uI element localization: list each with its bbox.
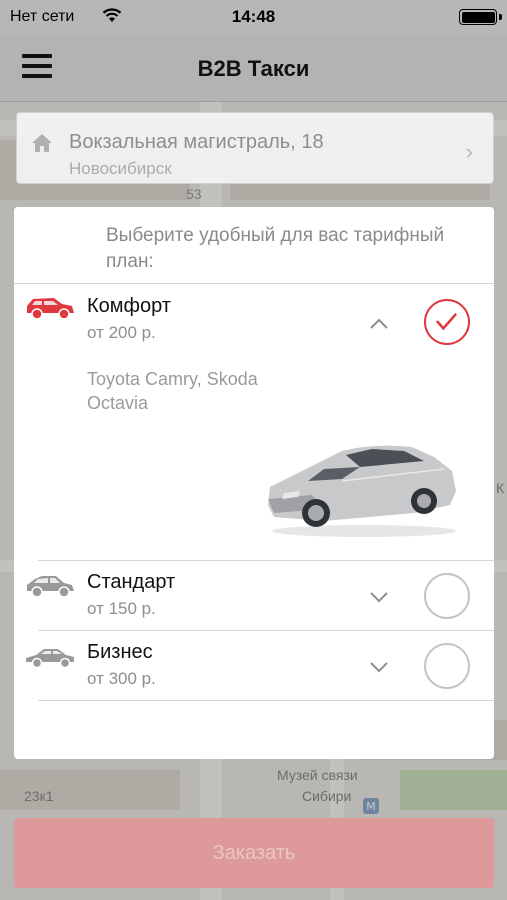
battery-icon: [459, 9, 497, 25]
car-icon: [27, 298, 74, 320]
chevron-up-icon[interactable]: [368, 317, 390, 331]
car-photo: [268, 445, 456, 537]
tariff-price: от 200 р.: [87, 323, 156, 342]
tariff-radio-selected[interactable]: [424, 299, 470, 345]
tariff-modal: Выберите удобный для вас тарифный план: …: [14, 207, 494, 759]
divider: [14, 283, 494, 284]
car-icon: [27, 576, 74, 598]
address-card[interactable]: Вокзальная магистраль, 18 Новосибирск ›: [16, 112, 494, 184]
clock: 14:48: [231, 7, 276, 26]
navigation-bar: B2B Такси: [0, 34, 507, 102]
tariff-price: от 300 р.: [87, 669, 156, 688]
tariff-price: от 150 р.: [87, 599, 156, 618]
tariff-prompt: Выберите удобный для вас тарифный план:: [106, 225, 445, 272]
address-city: Новосибирск: [69, 159, 172, 178]
tariff-name: Стандарт: [87, 571, 176, 593]
tariff-plan-business[interactable]: Бизнес от 300 р.: [14, 631, 494, 701]
divider: [38, 700, 494, 701]
tariff-plan-comfort[interactable]: Комфорт от 200 р. Toyota Camry, Skoda Oc…: [14, 285, 494, 561]
home-icon: [32, 134, 52, 152]
tariff-radio[interactable]: [424, 573, 470, 619]
car-icon: [26, 649, 74, 669]
page-title: B2B Такси: [197, 56, 310, 81]
chevron-down-icon[interactable]: [368, 590, 390, 604]
checkmark-icon: [435, 312, 458, 331]
order-button[interactable]: Заказать: [14, 818, 494, 888]
status-bar: Нет сети 14:48: [0, 0, 507, 34]
chevron-down-icon[interactable]: [368, 660, 390, 674]
chevron-right-icon: ›: [465, 139, 473, 164]
tariff-plan-standard[interactable]: Стандарт от 150 р.: [14, 561, 494, 631]
tariff-name: Бизнес: [87, 641, 153, 663]
tariff-radio[interactable]: [424, 643, 470, 689]
address-street: Вокзальная магистраль, 18: [69, 131, 324, 153]
tariff-name: Комфорт: [87, 295, 171, 317]
tariff-car-models: Toyota Camry, Skoda Octavia: [87, 369, 258, 413]
